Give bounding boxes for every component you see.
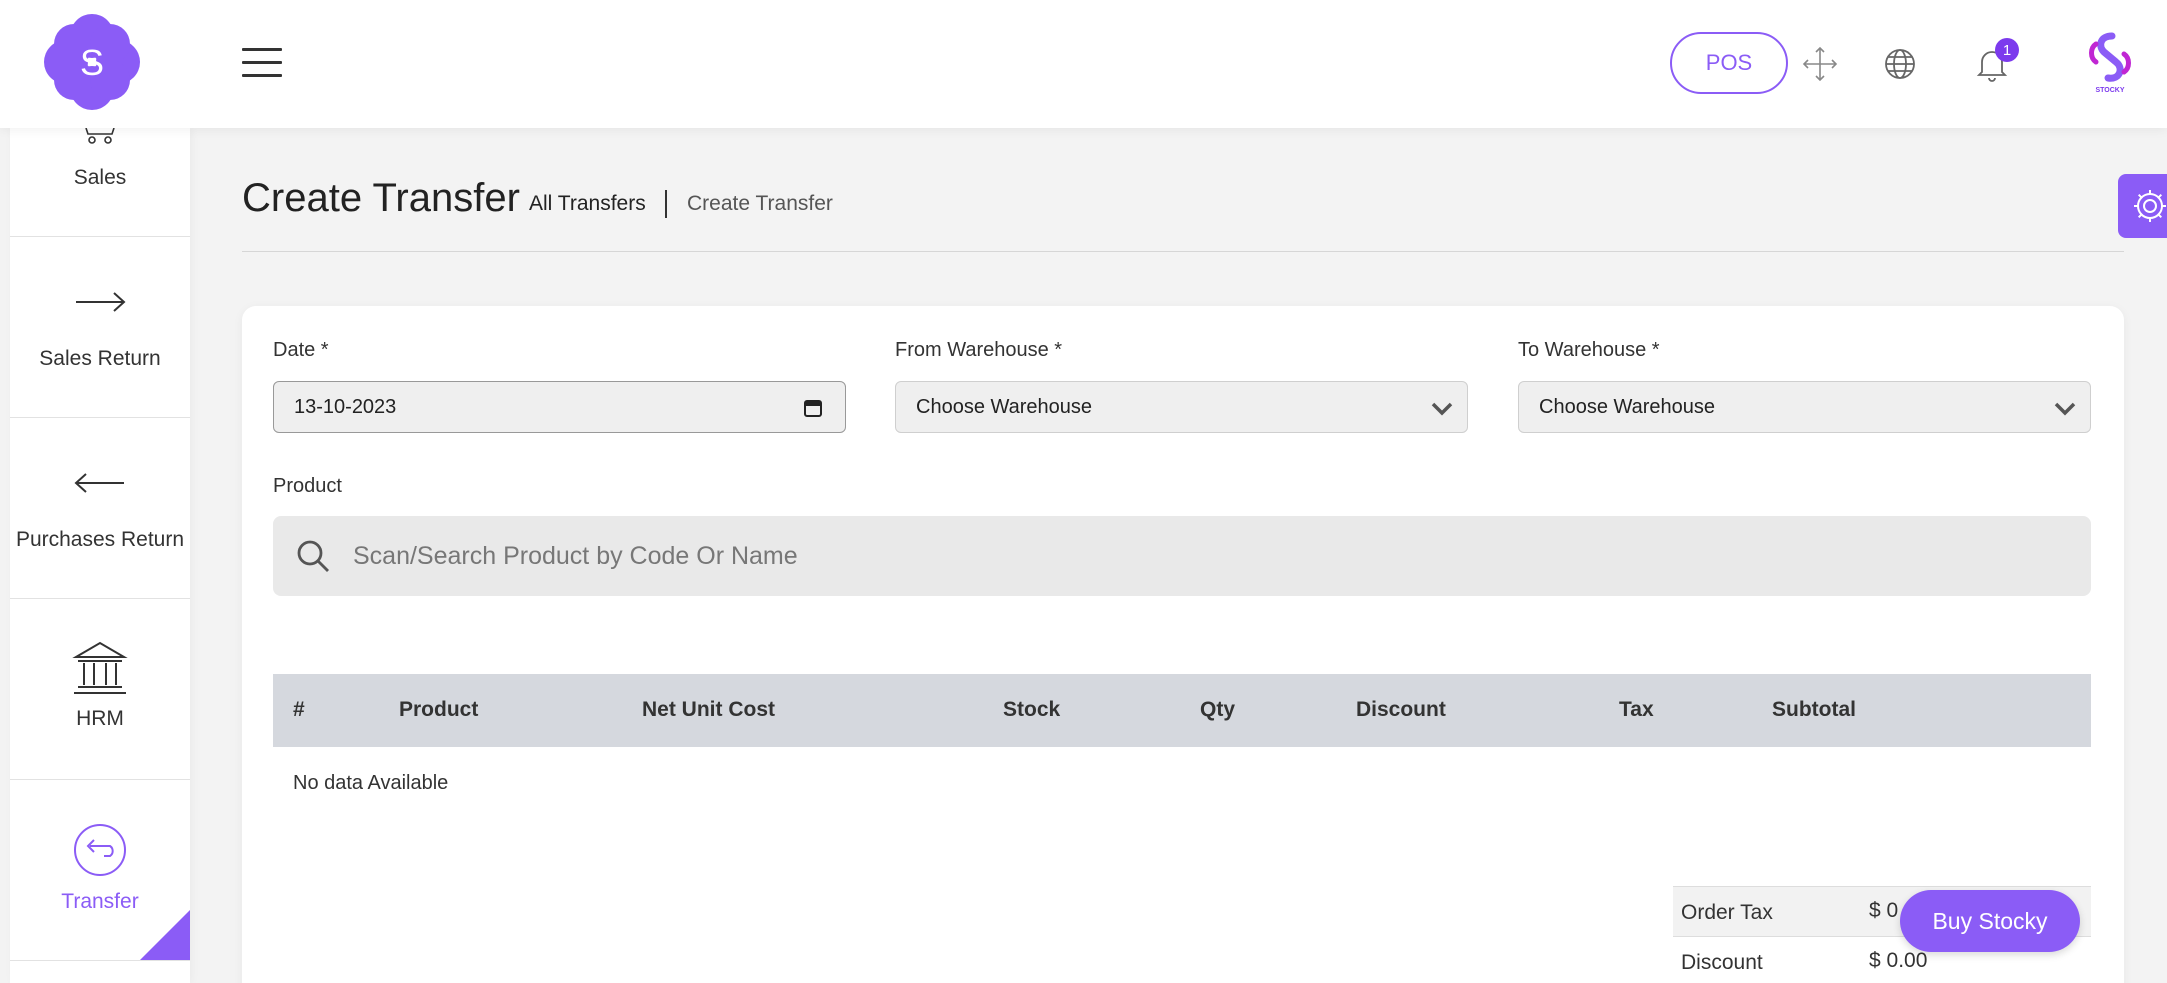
to-warehouse-select[interactable]: Choose Warehouse	[1518, 381, 2091, 433]
sidebar: Sales Sales Return Purchases Return HRM …	[10, 128, 190, 983]
from-warehouse-value: Choose Warehouse	[916, 395, 1093, 418]
empty-table-message: No data Available	[293, 772, 449, 794]
page-title: Create Transfer	[242, 176, 520, 220]
sidebar-item-label: Sales Return	[39, 347, 161, 370]
search-placeholder: Scan/Search Product by Code Or Name	[353, 542, 798, 570]
breadcrumb-current: Create Transfer	[687, 192, 833, 215]
date-value: 13-10-2023	[294, 395, 397, 418]
table-header: # Product Net Unit Cost Stock Qty Discou…	[273, 674, 2091, 747]
sidebar-item-label: Sales	[73, 166, 127, 189]
column-header-discount: Discount	[1356, 698, 1446, 721]
active-corner-marker	[140, 910, 190, 960]
sidebar-item-label: Purchases Return	[15, 528, 185, 551]
summary-label: Order Tax	[1681, 901, 1773, 924]
sidebar-item-purchases-return[interactable]: Purchases Return	[10, 418, 190, 599]
product-search-input[interactable]: Scan/Search Product by Code Or Name	[273, 516, 2091, 596]
from-warehouse-label: From Warehouse *	[895, 339, 1063, 361]
column-header-number: #	[293, 698, 305, 721]
summary-label: Discount	[1681, 951, 1763, 974]
fullscreen-icon[interactable]	[1800, 44, 1840, 84]
arrow-right-icon	[76, 292, 126, 312]
chevron-down-icon	[1431, 402, 1453, 416]
from-warehouse-select[interactable]: Choose Warehouse	[895, 381, 1468, 433]
date-field[interactable]: 13-10-2023	[273, 381, 846, 433]
brand-caption: STOCKY	[2095, 87, 2124, 94]
summary-value: $ 0.00	[1869, 949, 1928, 972]
arrow-left-icon	[74, 473, 124, 493]
buy-stocky-button[interactable]: Buy Stocky	[1900, 890, 2080, 952]
product-label: Product	[273, 475, 342, 497]
app-logo[interactable]: S	[42, 12, 142, 112]
calendar-icon[interactable]	[803, 398, 823, 418]
pos-button[interactable]: POS	[1670, 32, 1788, 94]
transfer-icon	[74, 824, 126, 876]
breadcrumb-all-transfers-link[interactable]: All Transfers	[529, 192, 646, 216]
column-header-stock: Stock	[1003, 698, 1061, 721]
to-warehouse-value: Choose Warehouse	[1539, 395, 1716, 418]
date-label: Date *	[273, 339, 329, 361]
logo-letter: S	[80, 42, 104, 83]
top-header: S POS 1 STOCKY	[0, 0, 2167, 128]
language-globe-icon[interactable]	[1880, 44, 1920, 84]
chevron-down-icon	[2054, 402, 2076, 416]
bank-icon	[72, 641, 128, 694]
sidebar-item-sales[interactable]: Sales	[10, 128, 190, 237]
cart-icon	[85, 128, 115, 144]
search-icon	[297, 540, 329, 572]
breadcrumb-separator	[665, 190, 667, 218]
sidebar-item-hrm[interactable]: HRM	[10, 599, 190, 780]
title-divider	[242, 251, 2124, 252]
column-header-tax: Tax	[1619, 698, 1654, 721]
column-header-net-unit-cost: Net Unit Cost	[642, 698, 775, 721]
menu-toggle-icon[interactable]	[242, 48, 282, 80]
notification-badge: 1	[1995, 38, 2019, 62]
stocky-brand-logo[interactable]: STOCKY	[2086, 32, 2134, 94]
to-warehouse-label: To Warehouse *	[1518, 339, 1660, 361]
settings-gear-tab[interactable]	[2118, 174, 2167, 238]
column-header-qty: Qty	[1200, 698, 1236, 721]
column-header-subtotal: Subtotal	[1772, 698, 1856, 721]
sidebar-item-transfer[interactable]: Transfer	[10, 780, 190, 961]
sidebar-item-sales-return[interactable]: Sales Return	[10, 237, 190, 418]
gear-icon	[2134, 190, 2166, 222]
column-header-product: Product	[399, 698, 479, 721]
summary-value: $ 0	[1869, 899, 1899, 922]
sidebar-item-label: HRM	[76, 707, 124, 730]
